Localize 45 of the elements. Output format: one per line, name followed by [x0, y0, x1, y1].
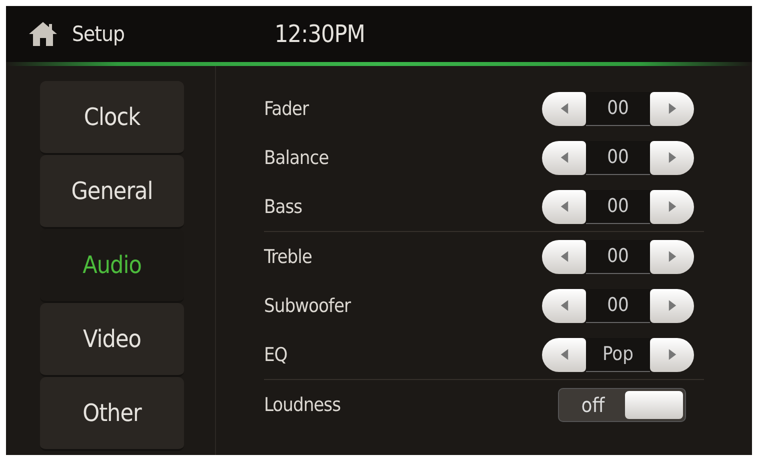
increase-button[interactable]	[650, 288, 694, 322]
setting-label: Subwoofer	[264, 294, 350, 316]
increase-button[interactable]	[650, 140, 694, 174]
decrease-button[interactable]	[542, 92, 586, 126]
left-arrow-icon	[560, 299, 568, 312]
left-arrow-icon	[560, 200, 568, 213]
increase-button[interactable]	[650, 190, 694, 224]
menu-tab[interactable]: Clock	[40, 81, 184, 155]
screen-title: Setup	[72, 22, 125, 46]
setting-value: 00	[586, 140, 650, 174]
home-icon[interactable]	[28, 21, 58, 47]
left-arrow-icon	[560, 250, 568, 263]
menu-tab[interactable]: General	[40, 155, 184, 229]
decrease-button[interactable]	[542, 190, 586, 224]
right-arrow-icon	[668, 151, 676, 164]
increase-button[interactable]	[650, 240, 694, 274]
decrease-button[interactable]	[542, 140, 586, 174]
increase-button[interactable]	[650, 92, 694, 126]
setting-label: Balance	[264, 146, 329, 168]
menu-tab[interactable]: Video	[40, 303, 184, 377]
setting-value: 00	[586, 240, 650, 274]
toggle-switch[interactable]: off	[558, 388, 686, 422]
right-arrow-icon	[668, 102, 676, 115]
right-arrow-icon	[668, 348, 676, 361]
setting-label: Bass	[264, 196, 302, 218]
right-arrow-icon	[668, 299, 676, 312]
setting-value: 00	[586, 288, 650, 322]
left-arrow-icon	[560, 151, 568, 164]
decrease-button[interactable]	[542, 288, 586, 322]
menu-tab[interactable]: Other	[40, 377, 184, 451]
right-arrow-icon	[668, 200, 676, 213]
decrease-button[interactable]	[542, 338, 586, 372]
setting-label: Treble	[264, 246, 312, 268]
clock-time: 12:30PM	[274, 20, 365, 48]
decrease-button[interactable]	[542, 240, 586, 274]
setting-label: Fader	[264, 98, 308, 120]
setting-label: Loudness	[264, 394, 340, 416]
left-arrow-icon	[560, 348, 568, 361]
left-arrow-icon	[560, 102, 568, 115]
increase-button[interactable]	[650, 338, 694, 372]
setting-value: 00	[586, 190, 650, 224]
right-arrow-icon	[668, 250, 676, 263]
setting-value: Pop	[586, 338, 650, 372]
setting-label: EQ	[264, 344, 288, 366]
setting-value: 00	[586, 92, 650, 126]
